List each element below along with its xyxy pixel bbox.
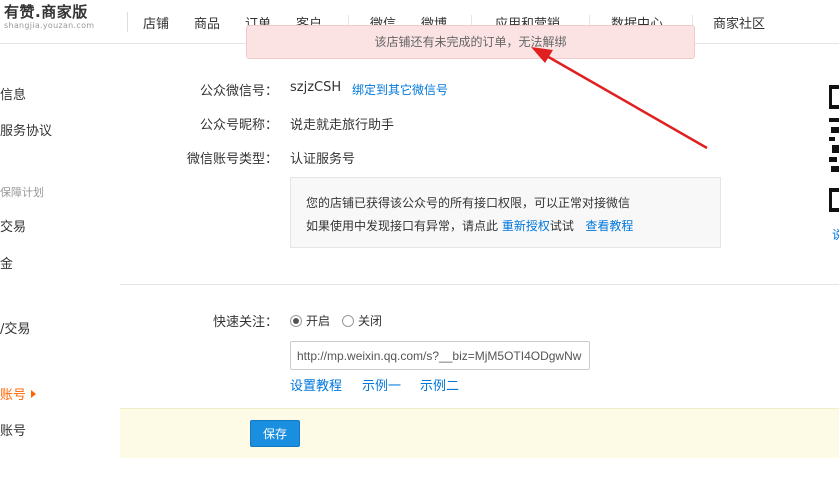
view-tutorial-link[interactable]: 查看教程 (585, 219, 633, 233)
quick-follow-off-radio[interactable]: 关闭 (342, 312, 382, 329)
form-actions-bar (120, 408, 839, 458)
setup-tutorial-link[interactable]: 设置教程 (290, 375, 342, 394)
sidebar-item-trade-2[interactable]: /交易 (0, 318, 30, 337)
caret-right-icon (31, 390, 37, 398)
logo-divider (127, 12, 128, 32)
radio-checked-icon (290, 314, 302, 327)
logo-title[interactable]: 有赞.商家版 (4, 1, 88, 22)
nav-community[interactable]: 商家社区 (713, 13, 765, 32)
public-account-value: szjzCSH (290, 80, 342, 95)
account-type-value: 认证服务号 (290, 152, 356, 167)
nav-store[interactable]: 店铺 (143, 13, 169, 32)
notice-line-1: 您的店铺已获得该公众号的所有接口权限，可以正常对接微信 (306, 196, 631, 210)
example-two-link[interactable]: 示例二 (420, 375, 459, 394)
nickname-value: 说走就走旅行助手 (290, 118, 395, 133)
radio-on-label: 开启 (306, 314, 331, 328)
save-button[interactable]: 保存 (250, 420, 300, 447)
public-account-label: 公众微信号： (199, 84, 278, 99)
permission-notice: 您的店铺已获得该公众号的所有接口权限，可以正常对接微信 如果使用中发现接口有异常… (290, 177, 721, 248)
qr-caption: 说 (832, 228, 839, 242)
quick-follow-label: 快速关注： (212, 315, 278, 330)
notice-line-2-suffix: 试试 (549, 219, 574, 233)
account-type-label: 微信账号类型： (186, 152, 278, 167)
follow-url-input[interactable] (290, 341, 590, 370)
notice-line-2-prefix: 如果使用中发现接口有异常，请点此 (306, 219, 499, 233)
sidebar-item-deposit[interactable]: 金 (0, 253, 13, 272)
notice-line-2: 如果使用中发现接口有异常，请点此 重新授权试试 查看教程 (306, 215, 720, 238)
error-toast: 该店铺还有未完成的订单，无法解绑 (246, 25, 695, 59)
radio-unchecked-icon (342, 314, 354, 327)
sidebar-item-label: 账号 (0, 388, 27, 403)
rebind-account-link[interactable]: 绑定到其它微信号 (352, 81, 448, 98)
qr-code (829, 85, 839, 215)
reauthorize-link[interactable]: 重新授权 (502, 219, 550, 233)
sidebar-item-account-active[interactable]: 账号 (0, 384, 37, 403)
sidebar-group-guarantee: 保障计划 (0, 186, 44, 199)
nickname-label: 公众号昵称： (199, 118, 278, 133)
nav-products[interactable]: 商品 (194, 13, 220, 32)
quick-follow-on-radio[interactable]: 开启 (290, 312, 330, 329)
sidebar-item-service-agreement[interactable]: 服务协议 (0, 120, 52, 139)
sidebar-item-info[interactable]: 信息 (0, 84, 26, 103)
logo-domain: shangjia.youzan.com (4, 21, 95, 30)
example-one-link[interactable]: 示例一 (362, 375, 401, 394)
section-divider (120, 284, 839, 285)
sidebar-item-account[interactable]: 账号 (0, 420, 26, 439)
radio-off-label: 关闭 (358, 314, 383, 328)
sidebar-item-trade[interactable]: 交易 (0, 216, 26, 235)
